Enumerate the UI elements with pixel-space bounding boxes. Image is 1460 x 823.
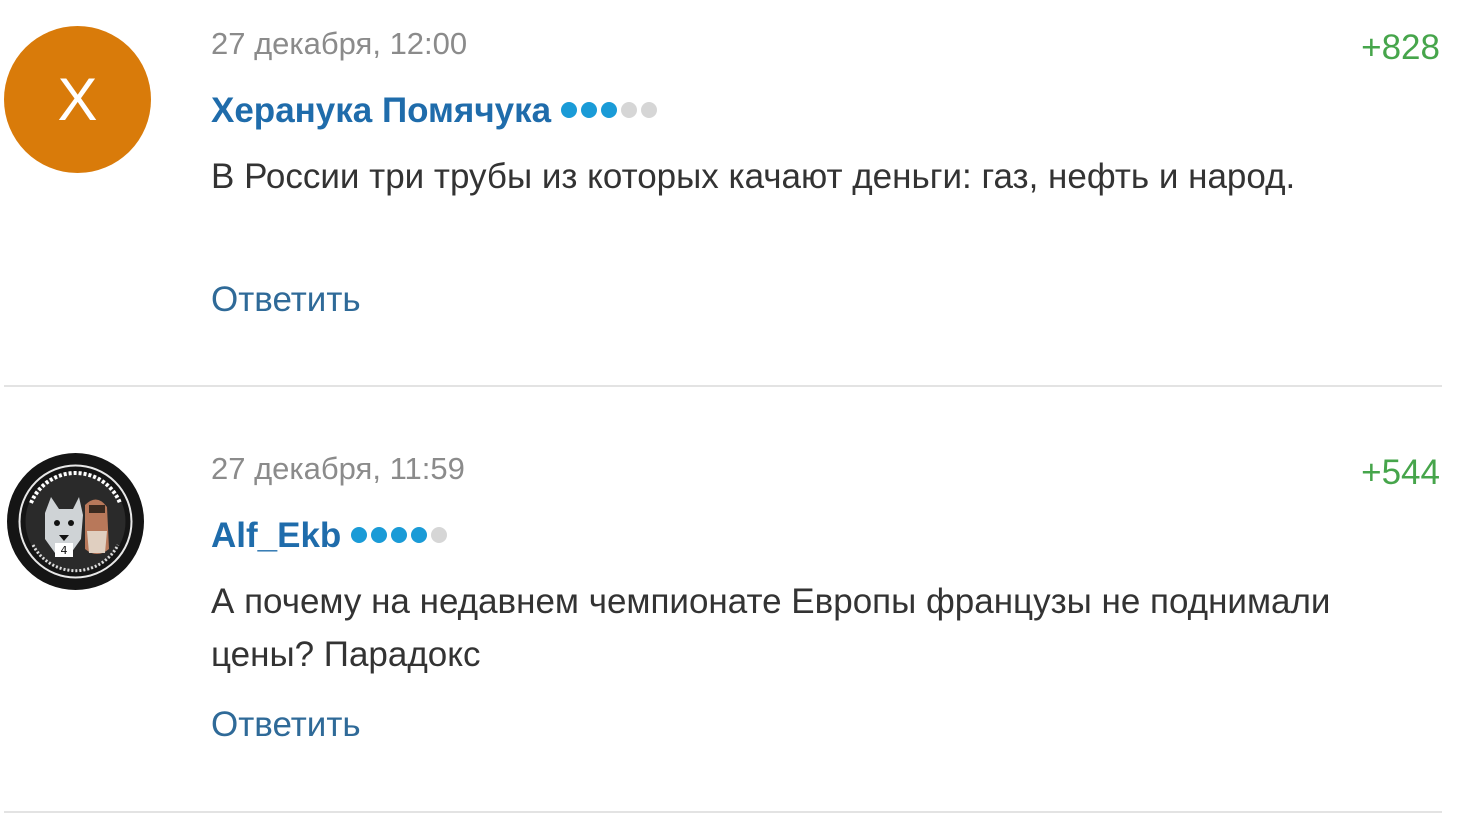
level-dot-empty — [431, 527, 448, 543]
comment-text: А почему на недавнем чемпионате Европы ф… — [211, 582, 1331, 674]
comment-date: 27 декабря, 12:00 — [211, 26, 468, 61]
dog-emblem-avatar-icon[interactable]: 4 — [7, 453, 144, 590]
comment-item: 4 27 декабря, 11:59 +544 Alf_Ekb А почем… — [0, 425, 1460, 823]
reply-link[interactable]: Ответить — [211, 707, 361, 742]
user-level-indicator — [351, 527, 448, 543]
comment-rating[interactable]: +544 — [1361, 455, 1440, 490]
avatar-letter: Х — [57, 65, 98, 133]
level-dot-filled — [371, 527, 388, 543]
author-name-link[interactable]: Alf_Ekb — [211, 518, 341, 553]
level-dot-empty — [621, 102, 638, 118]
comment-item: Х 27 декабря, 12:00 +828 Херанука Помячу… — [0, 0, 1460, 388]
author-row: Херанука Помячука — [211, 88, 658, 132]
comment-date: 27 декабря, 11:59 — [211, 451, 465, 486]
dog-emblem-icon: 4 — [7, 453, 144, 590]
level-dot-filled — [391, 527, 408, 543]
reply-link[interactable]: Ответить — [211, 282, 361, 317]
level-dot-filled — [581, 102, 598, 118]
level-dot-filled — [561, 102, 578, 118]
svg-text:4: 4 — [61, 544, 68, 557]
level-dot-filled — [601, 102, 618, 118]
author-row: Alf_Ekb — [211, 513, 448, 557]
comment-divider — [4, 385, 1442, 387]
comment-divider — [4, 811, 1442, 813]
author-name-link[interactable]: Херанука Помячука — [211, 93, 551, 128]
level-dot-empty — [641, 102, 658, 118]
comment-text: В России три трубы из которых качают ден… — [211, 157, 1296, 196]
level-dot-filled — [411, 527, 428, 543]
comment-rating[interactable]: +828 — [1361, 30, 1440, 65]
level-dot-filled — [351, 527, 368, 543]
user-level-indicator — [561, 102, 658, 118]
avatar[interactable]: Х — [4, 26, 151, 173]
